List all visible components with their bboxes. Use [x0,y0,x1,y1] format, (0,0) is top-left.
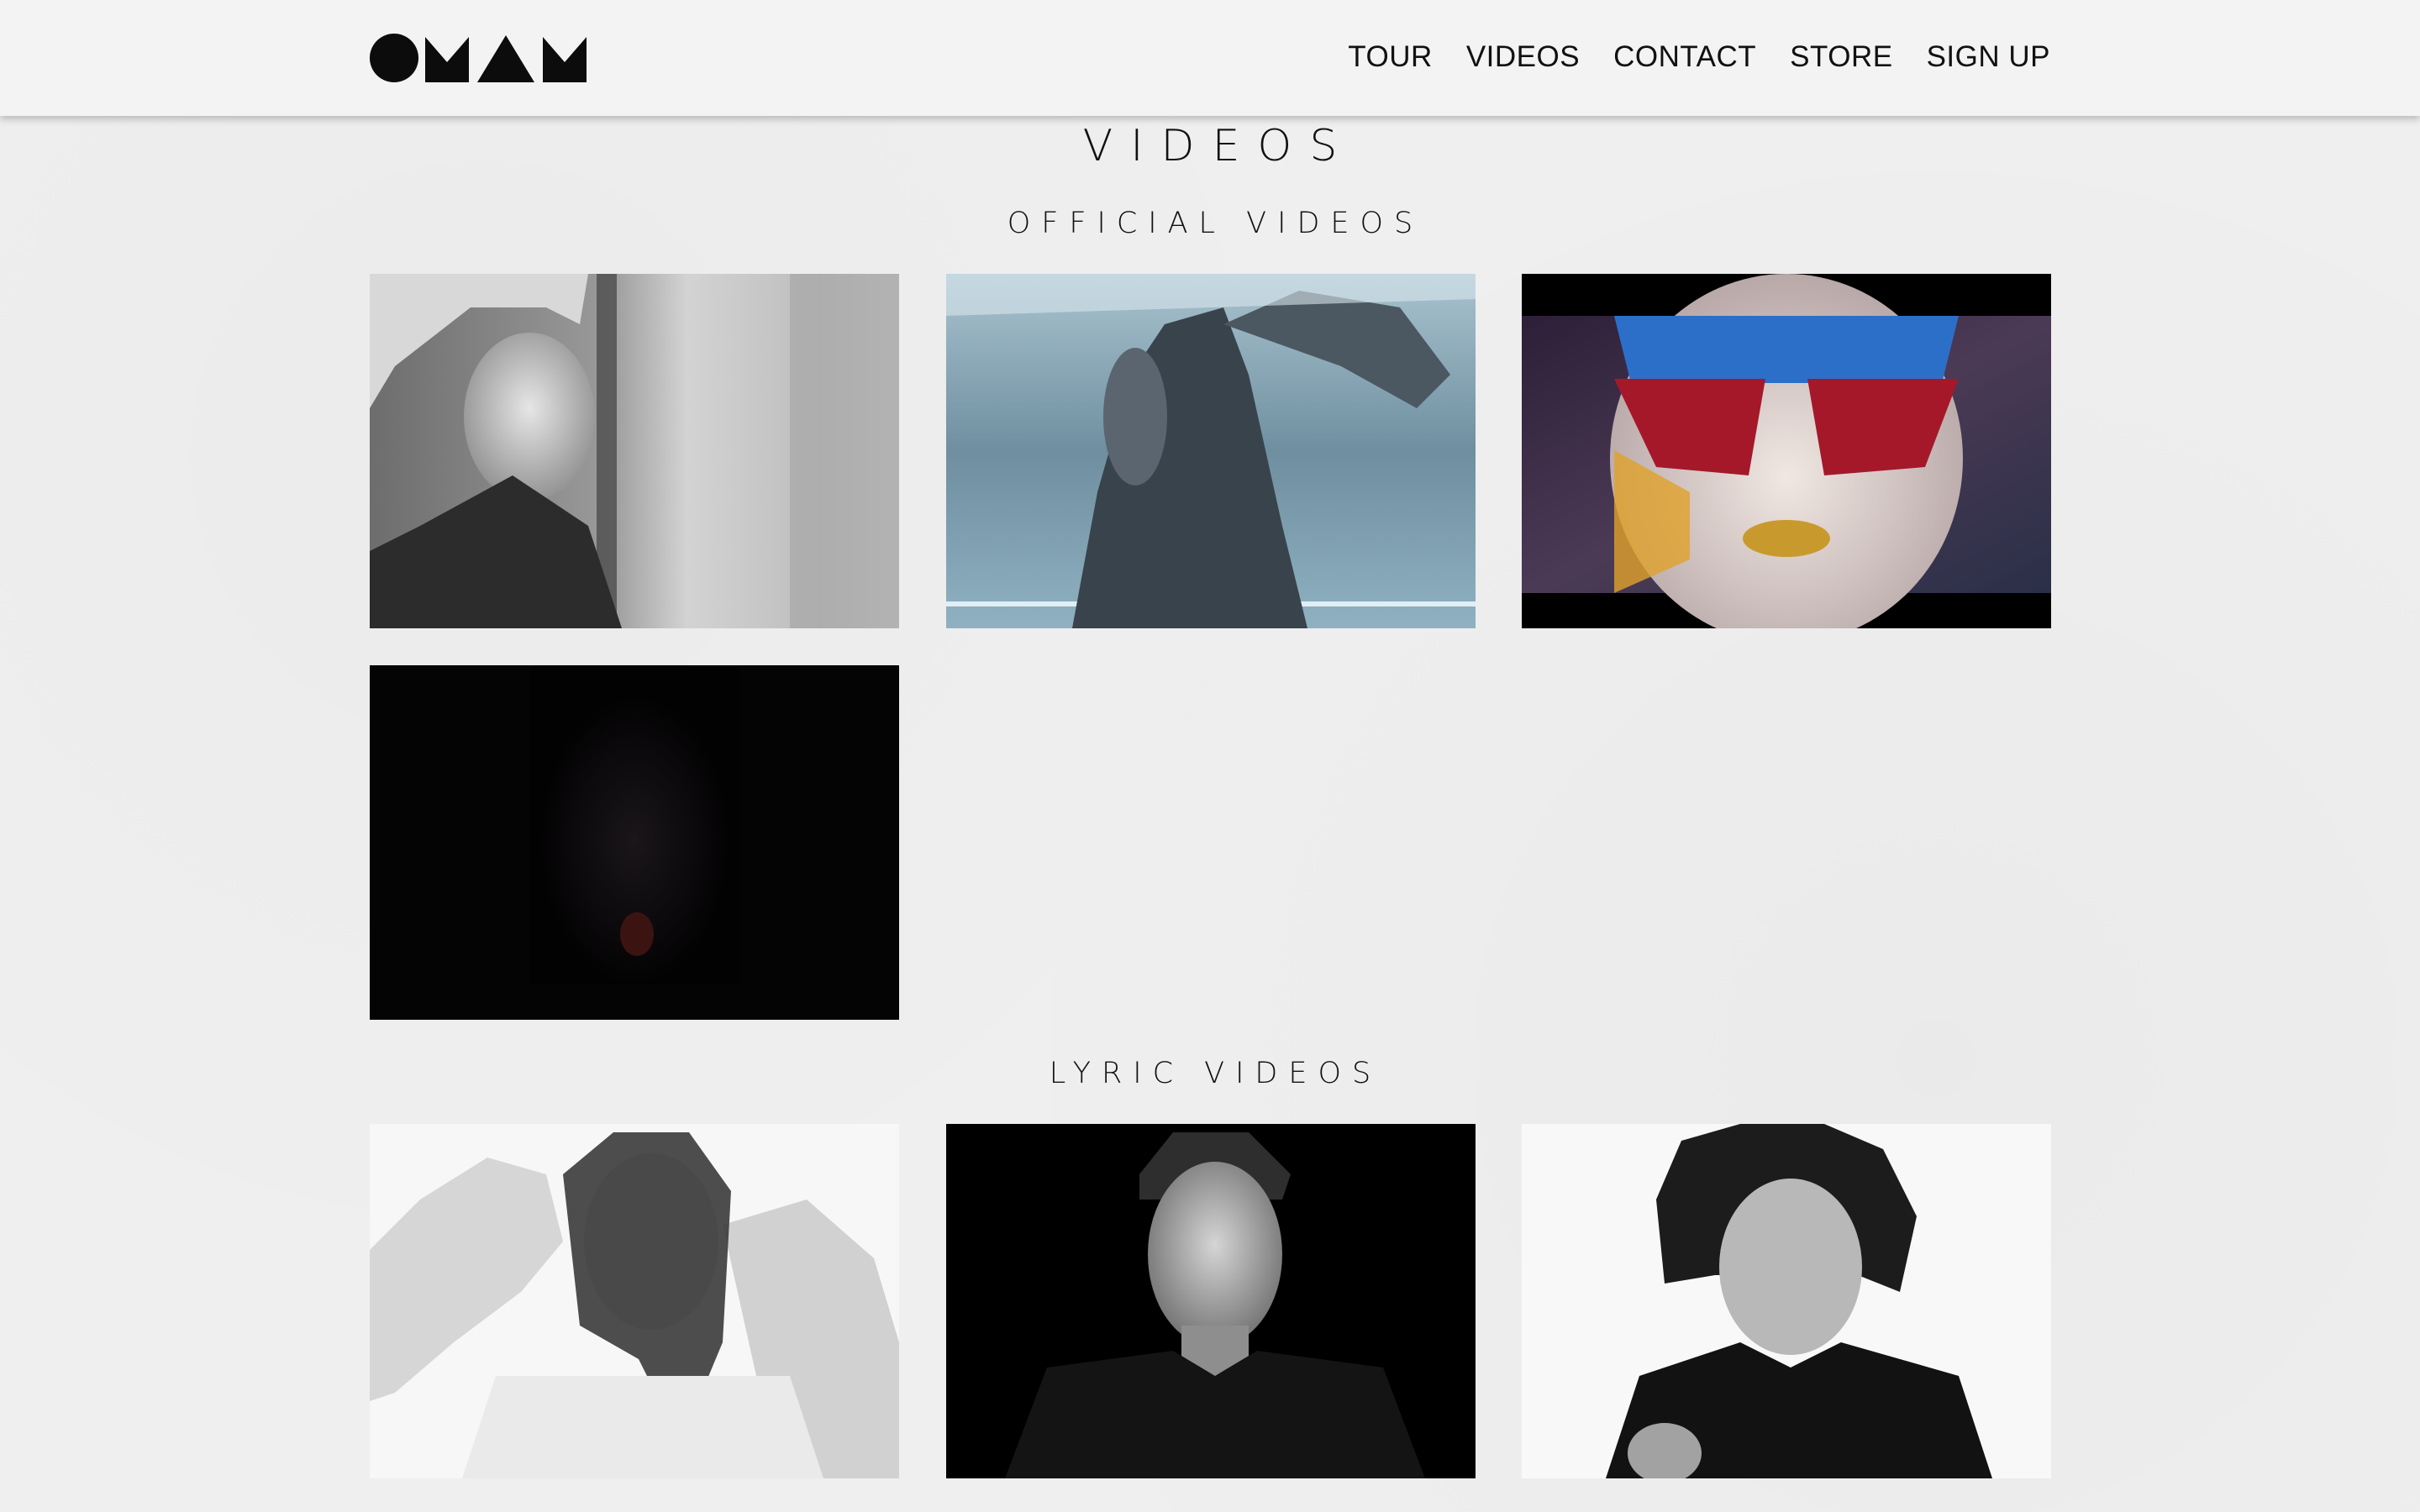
nav-store[interactable]: STORE [1790,40,1892,74]
omam-logo[interactable] [370,34,602,82]
nav-tour[interactable]: TOUR [1348,40,1433,74]
video-thumbnail-official-4[interactable] [370,665,899,1020]
video-thumbnail-official-2[interactable] [946,274,1476,628]
section-title-lyric-videos: LYRIC VIDEOS [1049,1057,1382,1090]
site-header: TOUR VIDEOS CONTACT STORE SIGN UP [0,0,2420,116]
main-nav: TOUR VIDEOS CONTACT STORE SIGN UP [1348,40,2050,74]
nav-sign-up[interactable]: SIGN UP [1927,40,2050,74]
video-thumbnail-lyric-2[interactable] [946,1124,1476,1478]
video-thumbnail-official-1[interactable] [370,274,899,628]
nav-videos[interactable]: VIDEOS [1466,40,1580,74]
video-thumbnail-lyric-1[interactable] [370,1124,899,1478]
video-thumbnail-lyric-3[interactable] [1522,1124,2051,1478]
page-title: VIDEOS [1082,121,1355,171]
nav-contact[interactable]: CONTACT [1613,40,1756,74]
video-thumbnail-official-3[interactable] [1522,274,2051,628]
section-title-official-videos: OFFICIAL VIDEOS [1007,207,1424,240]
